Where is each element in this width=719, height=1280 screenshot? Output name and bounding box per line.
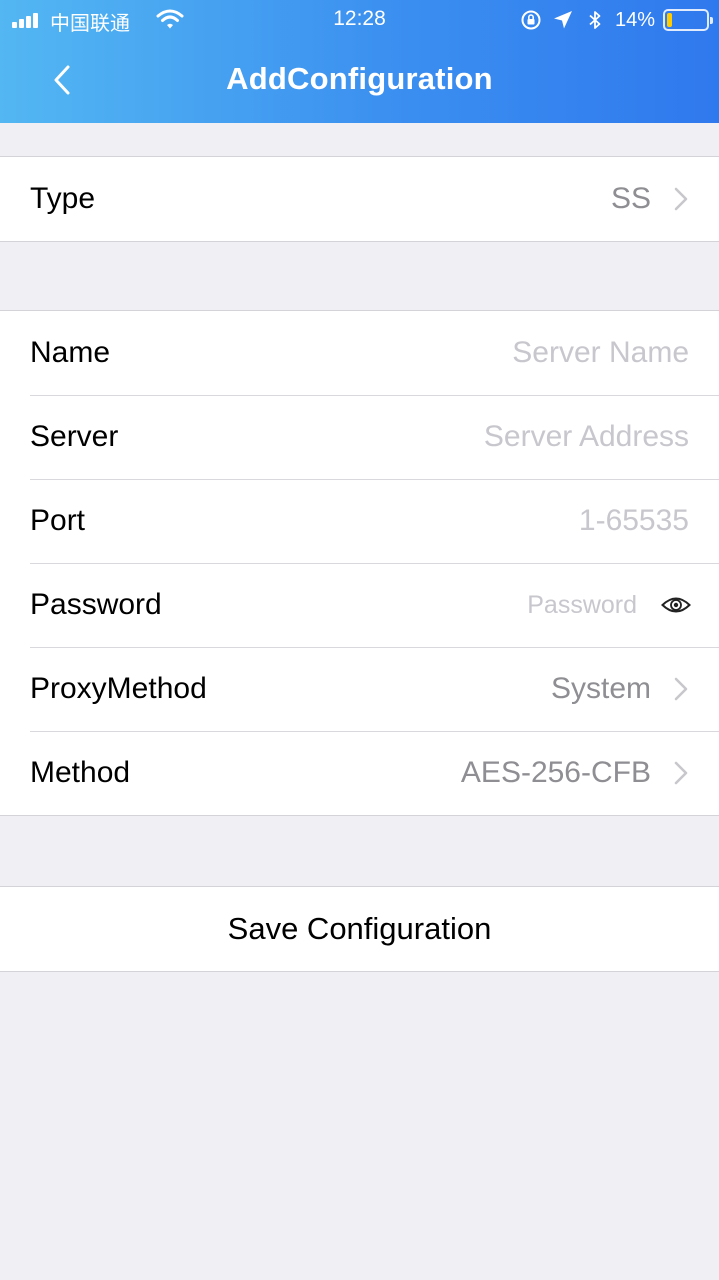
chevron-right-icon [674,761,688,785]
battery-icon [663,9,713,31]
app-header: 中国联通 12:28 14% AddConfiguration [0,0,719,123]
proxy-method-value: System [550,672,651,705]
battery-percent: 14% [614,8,655,31]
name-row: Name [0,311,719,395]
server-label: Server [30,420,119,453]
status-bar: 中国联通 12:28 14% [0,0,719,40]
page-title: AddConfiguration [226,61,493,96]
name-input[interactable] [329,336,689,370]
method-right: AES-256-CFB [461,731,689,815]
port-row: Port [0,479,719,563]
port-right [329,479,689,563]
method-label: Method [30,756,131,789]
name-label: Name [30,336,111,369]
password-input[interactable] [377,590,637,620]
chevron-right-icon [674,677,688,701]
proxy-method-right: System [551,647,689,731]
method-value: AES-256-CFB [460,756,651,789]
type-value: SS [610,182,651,215]
nav-bar: AddConfiguration [0,40,719,123]
server-row: Server [0,395,719,479]
eye-icon[interactable] [661,595,691,615]
password-right [377,563,691,647]
type-section: Type SS [0,156,719,242]
save-section: Save Configuration [0,886,719,972]
server-input[interactable] [329,420,689,454]
method-row[interactable]: Method AES-256-CFB [0,731,719,815]
type-right: SS [611,157,689,241]
server-right [329,395,689,479]
config-fields-section: Name Server Port Password ProxyMethod Sy [0,310,719,816]
proxy-method-row[interactable]: ProxyMethod System [0,647,719,731]
type-row[interactable]: Type SS [0,157,719,241]
status-right-group: 14% [519,7,713,33]
port-label: Port [30,504,86,537]
password-label: Password [30,588,162,621]
name-right [329,311,689,395]
password-row: Password [0,563,719,647]
port-input[interactable] [329,504,689,538]
save-configuration-label: Save Configuration [227,911,492,946]
proxy-method-label: ProxyMethod [30,672,207,705]
save-configuration-button[interactable]: Save Configuration [0,887,719,971]
battery-level-fill [667,13,673,27]
type-label: Type [30,182,96,215]
orientation-lock-icon [521,10,541,30]
chevron-right-icon [674,187,688,211]
bluetooth-icon [589,11,601,29]
location-icon [553,11,572,29]
